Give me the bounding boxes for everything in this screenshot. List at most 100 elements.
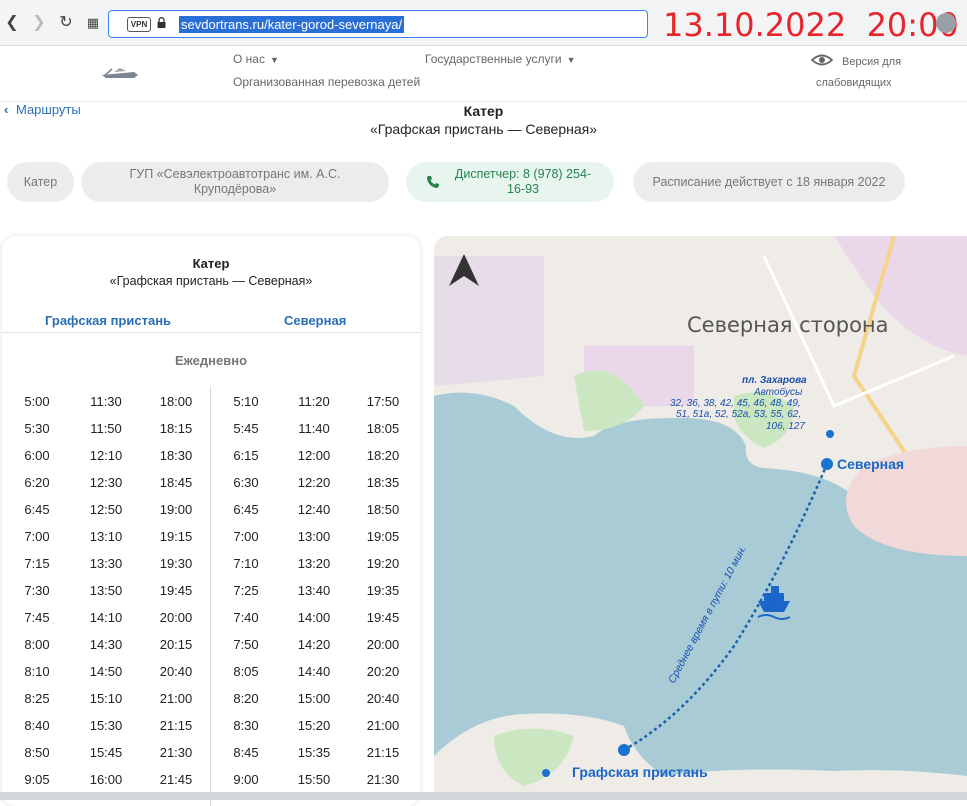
departure-time: 7:15 — [24, 556, 50, 571]
departure-time: 21:00 — [159, 691, 193, 706]
columns-divider — [210, 386, 211, 806]
browser-toolbar: ❮ ❯ ↻ ▦ VPN sevdortrans.ru/kater-gorod-s… — [0, 0, 967, 46]
south-stop-marker[interactable] — [618, 744, 630, 756]
map-canvas[interactable]: Северная сторона Северная Графская прист… — [434, 236, 967, 800]
departure-time: 8:40 — [24, 718, 50, 733]
transport-type-badge: Катер — [7, 162, 74, 202]
site-header: О нас ▼ Государственные услуги ▼ Организов… — [0, 46, 967, 102]
north-stop-label[interactable]: Северная — [837, 456, 904, 472]
departure-time: 19:15 — [159, 529, 193, 544]
timetable-subtitle: «Графская пристань — Северная» — [109, 274, 313, 288]
route-time-label: Среднее время в пути: 10 мин. — [666, 544, 749, 686]
dispatcher-phone[interactable]: Диспетчер: 8 (978) 254-16-93 — [406, 162, 614, 202]
logo-boat-icon[interactable] — [100, 66, 140, 80]
carrier-badge: ГУП «Севэлектроавтотранс им. А.С. Крупод… — [81, 162, 389, 202]
departure-time: 11:40 — [298, 421, 330, 436]
page-title: Катер — [463, 103, 504, 119]
chevron-down-icon: ▼ — [566, 55, 576, 65]
departure-time: 13:50 — [89, 583, 123, 598]
page-subtitle: «Графская пристань — Северная» — [369, 121, 598, 137]
departure-time: 7:50 — [233, 637, 259, 652]
departure-time: 8:00 — [24, 637, 50, 652]
departure-time: 8:30 — [233, 718, 259, 733]
date-time-stamp: 13.10.2022 20:00 — [663, 6, 959, 44]
url-text[interactable]: sevdortrans.ru/kater-gorod-severnaya/ — [179, 16, 405, 33]
departure-time: 8:45 — [233, 745, 259, 760]
profile-icon[interactable] — [936, 13, 956, 33]
bus-stop-marker[interactable] — [542, 769, 550, 777]
tabs-divider — [2, 332, 420, 333]
schedule-valid-badge: Расписание действует с 18 января 2022 — [633, 162, 905, 202]
departure-time: 18:45 — [159, 475, 193, 490]
departure-time: 20:40 — [159, 664, 193, 679]
departure-time: 7:10 — [233, 556, 259, 571]
departure-time: 6:00 — [24, 448, 50, 463]
departure-time: 21:15 — [366, 745, 400, 760]
timetable-title: Катер — [192, 256, 230, 271]
departure-time: 7:30 — [24, 583, 50, 598]
tab-grafskaya[interactable]: Графская пристань — [45, 313, 171, 328]
departure-time: 19:45 — [366, 610, 400, 625]
departure-time: 19:00 — [159, 502, 193, 517]
nav-children[interactable]: Организованная перевозка детей — [233, 75, 420, 89]
bus-list-line: 32, 36, 38, 42, 45, 46, 48, 49, — [670, 398, 801, 409]
reload-icon[interactable]: ↻ — [57, 12, 75, 34]
departure-time: 12:00 — [297, 448, 331, 463]
route-map[interactable]: Северная сторона Северная Графская прист… — [434, 236, 967, 800]
taskbar — [0, 792, 967, 800]
departure-time: 8:25 — [24, 691, 50, 706]
bus-list-line: 106, 127 — [766, 421, 805, 432]
times-column-b3: 17:50 18:05 18:20 18:35 18:50 19:05 19:20 19:35… — [353, 393, 413, 798]
departure-time: 12:10 — [89, 448, 123, 463]
departure-time: 6:45 — [24, 502, 50, 517]
tab-severnaya[interactable]: Северная — [284, 313, 346, 328]
departure-time: 8:50 — [24, 745, 50, 760]
times-column-a3: 18:00 18:15 18:30 18:45 19:00 19:15 19:30 19:45… — [146, 393, 206, 798]
residential-area — [434, 256, 544, 386]
departure-time: 6:15 — [233, 448, 259, 463]
departure-time: 13:40 — [297, 583, 331, 598]
departure-time: 7:40 — [233, 610, 259, 625]
times-column-a1: 5:00 5:30 6:00 6:20 6:45 7:00 7:15 7:30 7:45 8:00… — [7, 393, 67, 798]
bus-list-line: 51, 51а, 52, 52а, 53, 55, 62, — [676, 409, 801, 420]
vpn-badge[interactable]: VPN — [127, 17, 151, 32]
south-stop-label[interactable]: Графская пристань — [572, 764, 708, 780]
departure-time: 13:30 — [89, 556, 123, 571]
bus-label: Автобусы — [753, 386, 803, 398]
timetable-card: Катер «Графская пристань — Северная» Гра… — [2, 236, 420, 806]
tabs-grid-icon[interactable]: ▦ — [84, 12, 102, 34]
departure-time: 15:30 — [89, 718, 123, 733]
departure-time: 11:50 — [90, 421, 122, 436]
departure-time: 19:05 — [366, 529, 400, 544]
departure-time: 20:00 — [366, 637, 400, 652]
departure-time: 20:00 — [159, 610, 193, 625]
departure-time: 18:50 — [366, 502, 400, 517]
address-bar[interactable]: VPN sevdortrans.ru/kater-gorod-severnaya… — [108, 10, 648, 38]
departure-time: 20:40 — [366, 691, 400, 706]
bus-stop-marker[interactable] — [826, 430, 834, 438]
departure-time: 18:15 — [159, 421, 193, 436]
north-stop-marker[interactable] — [821, 458, 833, 470]
departure-time: 14:00 — [297, 610, 331, 625]
departure-time: 11:20 — [298, 394, 330, 409]
departure-time: 8:05 — [233, 664, 259, 679]
forward-arrow-icon[interactable]: ❯ — [30, 12, 48, 34]
nav-about-label: О нас — [233, 52, 265, 66]
nav-about[interactable]: О нас ▼ — [233, 52, 279, 66]
phone-icon — [427, 176, 439, 188]
departure-time: 15:35 — [297, 745, 331, 760]
back-arrow-icon[interactable]: ❮ — [3, 12, 21, 34]
departure-time: 8:20 — [233, 691, 259, 706]
times-column-b1: 5:10 5:45 6:15 6:30 6:45 7:00 7:10 7:25 7:40 7:50… — [216, 393, 276, 798]
departure-time: 5:10 — [233, 394, 259, 409]
departure-time: 14:30 — [89, 637, 123, 652]
departure-time: 12:50 — [89, 502, 123, 517]
departure-time: 11:30 — [90, 394, 122, 409]
departure-time: 18:05 — [366, 421, 400, 436]
accessible-version-link[interactable]: Версия для слабовидящих — [816, 52, 936, 94]
nav-services[interactable]: Государственные услуги ▼ — [425, 52, 576, 66]
nav-services-label: Государственные услуги — [425, 52, 562, 66]
departure-time: 17:50 — [366, 394, 400, 409]
departure-time: 21:00 — [366, 718, 400, 733]
departure-time: 8:10 — [24, 664, 50, 679]
